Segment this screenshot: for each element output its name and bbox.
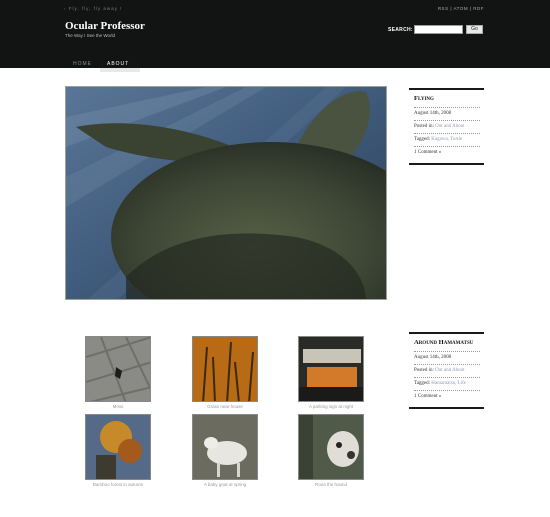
photo-dog-icon [299, 415, 363, 479]
post-category: Posted in: Out and About [414, 121, 480, 134]
thumbnail-moss[interactable] [85, 336, 151, 402]
post-tags: Tagged: Hamamatsu, Life [414, 378, 480, 391]
posted-in-label: Posted in: [414, 124, 434, 129]
thumbnail-grass[interactable] [192, 336, 258, 402]
photo-goat-icon [193, 415, 257, 479]
thumbnail-caption: Grass near house [207, 404, 243, 409]
search-button[interactable]: Go [466, 25, 483, 34]
tagged-label: Tagged: [414, 137, 431, 142]
active-tab-indicator [100, 68, 140, 72]
previous-post-link[interactable]: ‹ Fly, fly, fly away ! [64, 6, 122, 11]
post-date: August 14th, 2008 [414, 352, 480, 365]
thumbnail-caption: Bamboo forest in autumn [92, 482, 144, 487]
post-category: Posted in: Out and About [414, 365, 480, 378]
post-tags: Tagged: Kagawa, Turtle [414, 134, 480, 147]
category-link[interactable]: Out and About [435, 368, 464, 373]
search-label: SEARCH: [388, 27, 413, 33]
tagged-label: Tagged: [414, 381, 431, 386]
photo-night-sign-icon [299, 337, 363, 401]
site-tagline: The Way I See the World [65, 33, 116, 38]
thumbnail-dog[interactable] [298, 414, 364, 480]
nav-item-home[interactable]: HOME [73, 61, 92, 67]
thumbnail-caption: Rona the hound [314, 482, 348, 487]
turtle-photo-image [66, 87, 386, 299]
feed-links[interactable]: RSS | ATOM | RDF [438, 6, 484, 11]
thumbnail-caption: Moss [112, 404, 124, 409]
comments-link[interactable]: 1 Comment » [414, 391, 480, 403]
site-title[interactable]: Ocular Professor [65, 20, 145, 32]
post-date: August 14th, 2008 [414, 108, 480, 121]
thumbnail-autumn[interactable] [85, 414, 151, 480]
turtle-photo[interactable] [65, 86, 387, 300]
category-link[interactable]: Out and About [435, 124, 464, 129]
post-title[interactable]: Flying [414, 93, 480, 108]
thumbnail-parking-sign[interactable] [298, 336, 364, 402]
site-header: ‹ Fly, fly, fly away ! RSS | ATOM | RDF … [0, 0, 550, 68]
thumbnail-caption: A parking sign at night [308, 404, 354, 409]
thumbnail-caption: A baby goat at spring [203, 482, 247, 487]
photo-orange-grass-icon [193, 337, 257, 401]
comments-link[interactable]: 1 Comment » [414, 147, 480, 159]
tag-links[interactable]: Hamamatsu, Life [431, 381, 466, 386]
photo-bird-on-tiles-icon [86, 337, 150, 401]
post-title[interactable]: Around Hamamatsu [414, 337, 480, 352]
main-nav: HOME ABOUT [0, 57, 550, 68]
tag-links[interactable]: Kagawa, Turtle [431, 137, 462, 142]
post-meta-flying: Flying August 14th, 2008 Posted in: Out … [409, 88, 484, 165]
thumbnail-goat[interactable] [192, 414, 258, 480]
post-meta-around-hamamatsu: Around Hamamatsu August 14th, 2008 Poste… [409, 332, 484, 409]
search-input[interactable] [414, 25, 463, 34]
photo-autumn-leaves-icon [86, 415, 150, 479]
nav-item-about[interactable]: ABOUT [107, 61, 129, 67]
posted-in-label: Posted in: [414, 368, 434, 373]
